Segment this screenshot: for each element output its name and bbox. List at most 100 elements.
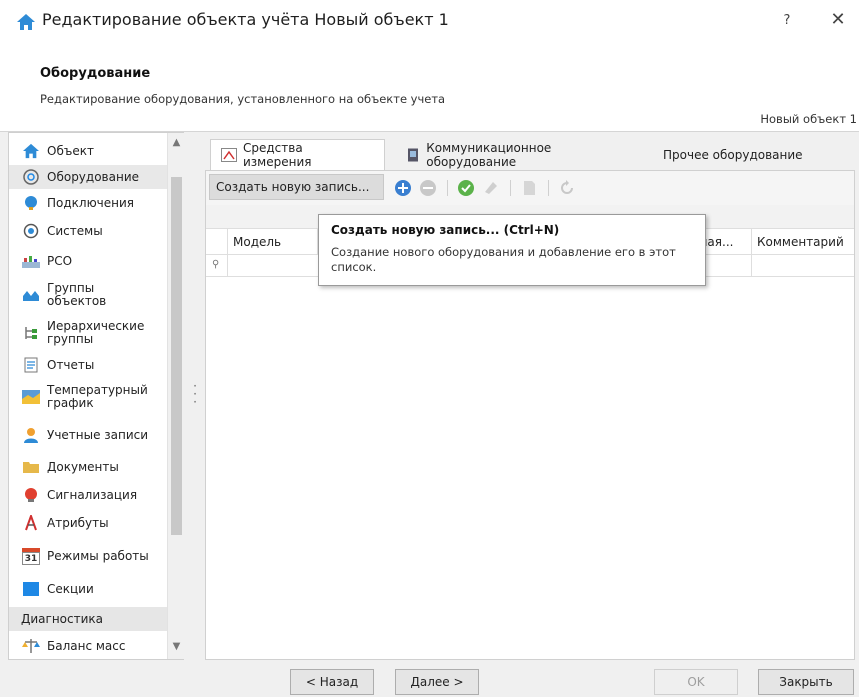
sidebar: Объект Оборудование Подключения Системы …	[8, 132, 184, 660]
sidebar-item-reports[interactable]: Отчеты	[9, 353, 167, 377]
ok-button[interactable]: OK	[654, 669, 738, 695]
column-header-indicator	[206, 229, 228, 255]
sidebar-item-pco[interactable]: PCO	[9, 249, 167, 273]
calendar-icon: 31	[21, 546, 41, 566]
eraser-icon[interactable]	[482, 179, 500, 197]
page-subtitle: Редактирование оборудования, установленн…	[40, 92, 446, 106]
object-groups-icon	[21, 285, 41, 305]
tab-measuring-instruments[interactable]: Средства измерения	[210, 139, 385, 170]
sidebar-item-label: Учетные записи	[47, 427, 149, 442]
sidebar-item-mass-balance[interactable]: Баланс масс	[9, 635, 167, 657]
toolbar-divider	[548, 180, 549, 196]
object-name-label: Новый объект 1	[760, 112, 857, 126]
window-title: Редактирование объекта учёта Новый объек…	[42, 10, 449, 29]
sidebar-item-label: Атрибуты	[47, 515, 109, 530]
device-icon	[405, 147, 420, 163]
user-icon	[21, 425, 41, 445]
help-button[interactable]: ?	[770, 8, 804, 34]
sidebar-item-connections[interactable]: Подключения	[9, 191, 167, 215]
scrollbar-thumb[interactable]	[171, 177, 182, 535]
sidebar-item-label: Сигнализация	[47, 487, 138, 502]
tab-communication-equipment[interactable]: Коммуникационное оборудование	[395, 139, 645, 170]
bookmark-icon[interactable]	[520, 179, 538, 197]
sidebar-item-sections[interactable]: Секции	[9, 577, 167, 601]
filter-indicator-cell: ⚲	[206, 255, 228, 277]
report-icon	[21, 355, 41, 375]
body-area: Объект Оборудование Подключения Системы …	[0, 132, 859, 662]
tab-label: Прочее оборудование	[663, 147, 803, 162]
pin-icon: ⚲	[212, 259, 220, 270]
column-header-model[interactable]: Модель	[228, 229, 318, 255]
sidebar-item-label: PCO	[47, 253, 73, 268]
refresh-icon[interactable]	[558, 179, 576, 197]
sidebar-item-documents[interactable]: Документы	[9, 455, 167, 479]
sidebar-group-diagnostics[interactable]: Диагностика	[9, 607, 167, 631]
sidebar-item-systems[interactable]: Системы	[9, 219, 167, 243]
sidebar-item-alarms[interactable]: Сигнализация	[9, 483, 167, 507]
check-icon[interactable]	[457, 179, 475, 197]
main-panel: Средства измерения Коммуникационное обор…	[205, 132, 855, 660]
sidebar-item-label: Документы	[47, 459, 119, 474]
grid-toolbar: Создать новую запись...	[206, 171, 854, 205]
sidebar-item-label: Группы объектов	[47, 281, 107, 308]
filter-cell-comment[interactable]	[752, 255, 854, 277]
add-icon[interactable]	[394, 179, 412, 197]
sidebar-item-label: Объект	[47, 143, 94, 158]
sidebar-item-object[interactable]: Объект	[9, 139, 167, 163]
tab-other-equipment[interactable]: Прочее оборудование	[653, 139, 823, 170]
toolbar-divider	[510, 180, 511, 196]
sidebar-item-label: Иерархические группы	[47, 319, 145, 346]
balance-icon	[21, 636, 41, 656]
temperature-chart-icon	[21, 387, 41, 407]
remove-icon[interactable]	[419, 179, 437, 197]
house-icon	[17, 14, 35, 30]
hierarchy-icon	[21, 323, 41, 343]
sidebar-item-accounts[interactable]: Учетные записи	[9, 423, 167, 447]
page-header: Оборудование Редактирование оборудования…	[0, 40, 859, 132]
page-title: Оборудование	[40, 66, 151, 81]
close-button[interactable]: Закрыть	[758, 669, 854, 695]
alarm-icon	[21, 485, 41, 505]
sidebar-item-work-modes[interactable]: 31 Режимы работы	[9, 543, 167, 569]
tab-label: Коммуникационное оборудование	[426, 140, 552, 169]
sidebar-item-label: Режимы работы	[47, 548, 149, 563]
column-header-comment[interactable]: Комментарий	[752, 229, 854, 255]
tooltip-title: Создать новую запись... (Ctrl+N)	[331, 223, 560, 237]
dialog-footer: < Назад Далее > OK Закрыть	[0, 662, 859, 697]
sidebar-item-label: Системы	[47, 223, 103, 238]
sidebar-item-label: Оборудование	[47, 169, 139, 184]
sidebar-item-hierarchy-groups[interactable]: Иерархические группы	[9, 317, 167, 349]
close-window-button[interactable]: ✕	[820, 6, 856, 34]
toolbar-divider	[447, 180, 448, 196]
splitter-handle[interactable]: · · ·	[190, 380, 200, 412]
calendar-day-label: 31	[22, 551, 40, 565]
title-bar: Редактирование объекта учёта Новый объек…	[0, 0, 859, 40]
next-button[interactable]: Далее >	[395, 669, 479, 695]
sidebar-item-label: Подключения	[47, 195, 135, 210]
house-icon	[21, 141, 41, 161]
create-record-tooltip: Создать новую запись... (Ctrl+N) Создани…	[318, 214, 706, 286]
create-record-button[interactable]: Создать новую запись...	[209, 174, 384, 200]
tooltip-body: Создание нового оборудования и добавлени…	[331, 245, 676, 274]
tab-label: Средства измерения	[243, 141, 312, 169]
connection-icon	[21, 193, 41, 213]
sidebar-item-object-groups[interactable]: Группы объектов	[9, 279, 167, 311]
chevron-up-icon[interactable]: ▲	[168, 137, 185, 151]
sidebar-item-label: Секции	[47, 581, 94, 596]
sections-icon	[21, 579, 41, 599]
sidebar-item-temperature-chart[interactable]: Температурный график	[9, 381, 167, 413]
tab-strip: Средства измерения Коммуникационное обор…	[205, 132, 855, 170]
sidebar-item-attributes[interactable]: Атрибуты	[9, 511, 167, 535]
sidebar-nav: Объект Оборудование Подключения Системы …	[9, 133, 167, 659]
pco-icon	[21, 251, 41, 271]
sidebar-item-label: Отчеты	[47, 357, 95, 372]
dialog-window: Редактирование объекта учёта Новый объек…	[0, 0, 859, 697]
sidebar-item-equipment[interactable]: Оборудование	[9, 165, 167, 189]
sidebar-item-label: Температурный график	[47, 383, 148, 410]
measuring-icon	[221, 147, 237, 163]
equipment-icon	[21, 167, 41, 187]
attributes-icon	[21, 513, 41, 533]
chevron-down-icon[interactable]: ▼	[168, 641, 185, 655]
back-button[interactable]: < Назад	[290, 669, 374, 695]
sidebar-scrollbar[interactable]: ▲ ▼	[167, 133, 184, 659]
